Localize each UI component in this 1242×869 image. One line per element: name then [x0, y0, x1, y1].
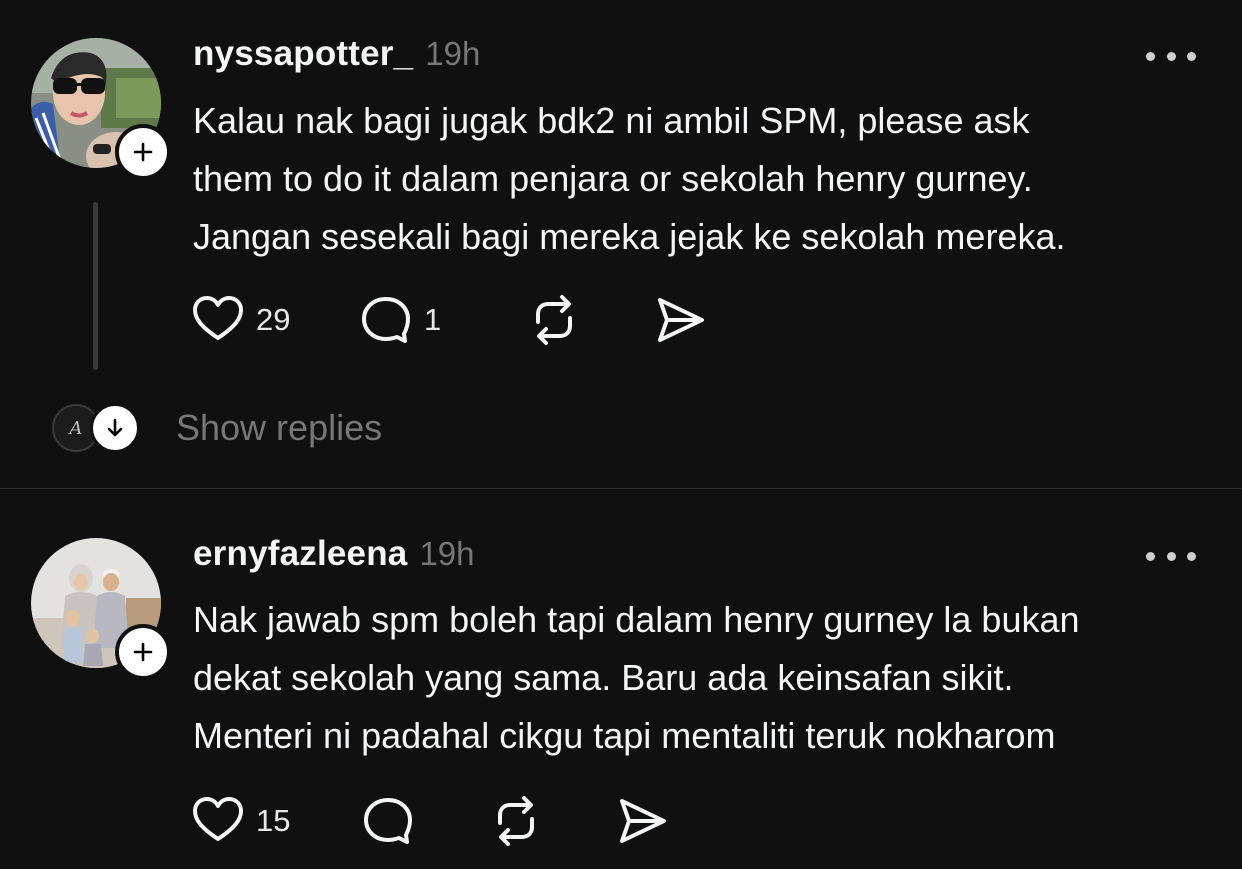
- show-replies-button[interactable]: A Show replies: [52, 400, 382, 456]
- follow-button[interactable]: [115, 124, 171, 180]
- share-button[interactable]: [614, 793, 670, 849]
- post-ernyfazleena: ernyfazleena 19h Nak jawab spm boleh tap…: [0, 489, 1242, 869]
- more-options-button[interactable]: [1146, 46, 1196, 66]
- post-header: ernyfazleena 19h: [193, 534, 475, 584]
- post-text: Kalau nak bagi jugak bdk2 ni ambil SPM, …: [193, 92, 1203, 266]
- post-text-line: Kalau nak bagi jugak bdk2 ni ambil SPM, …: [193, 100, 1030, 141]
- post-text-line: Jangan sesekali bagi mereka jejak ke sek…: [193, 216, 1066, 257]
- more-options-button[interactable]: [1146, 546, 1196, 566]
- reply-button[interactable]: [360, 793, 488, 849]
- post-nyssapotter: nyssapotter_ 19h Kalau nak bagi jugak bd…: [0, 0, 1242, 488]
- send-icon: [620, 799, 666, 843]
- repost-button[interactable]: [488, 793, 614, 849]
- like-button[interactable]: 29: [190, 292, 358, 348]
- reply-button[interactable]: 1: [358, 292, 526, 348]
- timestamp: 19h: [425, 35, 481, 72]
- post-text-line: Nak jawab spm boleh tapi dalam henry gur…: [193, 599, 1080, 640]
- repost-button[interactable]: [526, 292, 652, 348]
- post-text: Nak jawab spm boleh tapi dalam henry gur…: [193, 591, 1203, 765]
- speech-bubble-icon: [364, 798, 412, 844]
- username[interactable]: nyssapotter_: [193, 34, 413, 74]
- show-replies-label: Show replies: [176, 407, 383, 448]
- plus-icon: [133, 642, 153, 662]
- like-count: 29: [256, 302, 291, 337]
- more-dots-icon: [1146, 551, 1155, 561]
- speech-bubble-icon: [362, 297, 410, 343]
- repost-arrows-icon: [498, 796, 534, 846]
- username[interactable]: ernyfazleena: [193, 534, 407, 574]
- action-bar: 29 1: [190, 290, 708, 350]
- expand-button[interactable]: [90, 403, 140, 453]
- heart-icon: [193, 296, 243, 340]
- heart-icon: [193, 797, 243, 841]
- action-bar: 15: [190, 791, 670, 851]
- more-dots-icon: [1146, 51, 1155, 61]
- plus-icon: [133, 142, 153, 162]
- arrow-down-icon: [107, 418, 123, 437]
- like-button[interactable]: 15: [190, 793, 360, 849]
- repost-arrows-icon: [536, 295, 572, 345]
- reply-count: 1: [424, 302, 442, 337]
- timestamp: 19h: [419, 535, 475, 572]
- post-text-line: Menteri ni padahal cikgu tapi mentaliti …: [193, 715, 1056, 756]
- post-text-line: them to do it dalam penjara or sekolah h…: [193, 158, 1033, 199]
- thread-feed: nyssapotter_ 19h Kalau nak bagi jugak bd…: [0, 0, 1242, 869]
- share-button[interactable]: [652, 292, 708, 348]
- post-header: nyssapotter_ 19h: [193, 34, 480, 84]
- like-count: 15: [256, 803, 291, 838]
- follow-button[interactable]: [115, 624, 171, 680]
- send-icon: [658, 298, 704, 342]
- thread-line: [93, 202, 98, 370]
- post-text-line: dekat sekolah yang sama. Baru ada keinsa…: [193, 657, 1014, 698]
